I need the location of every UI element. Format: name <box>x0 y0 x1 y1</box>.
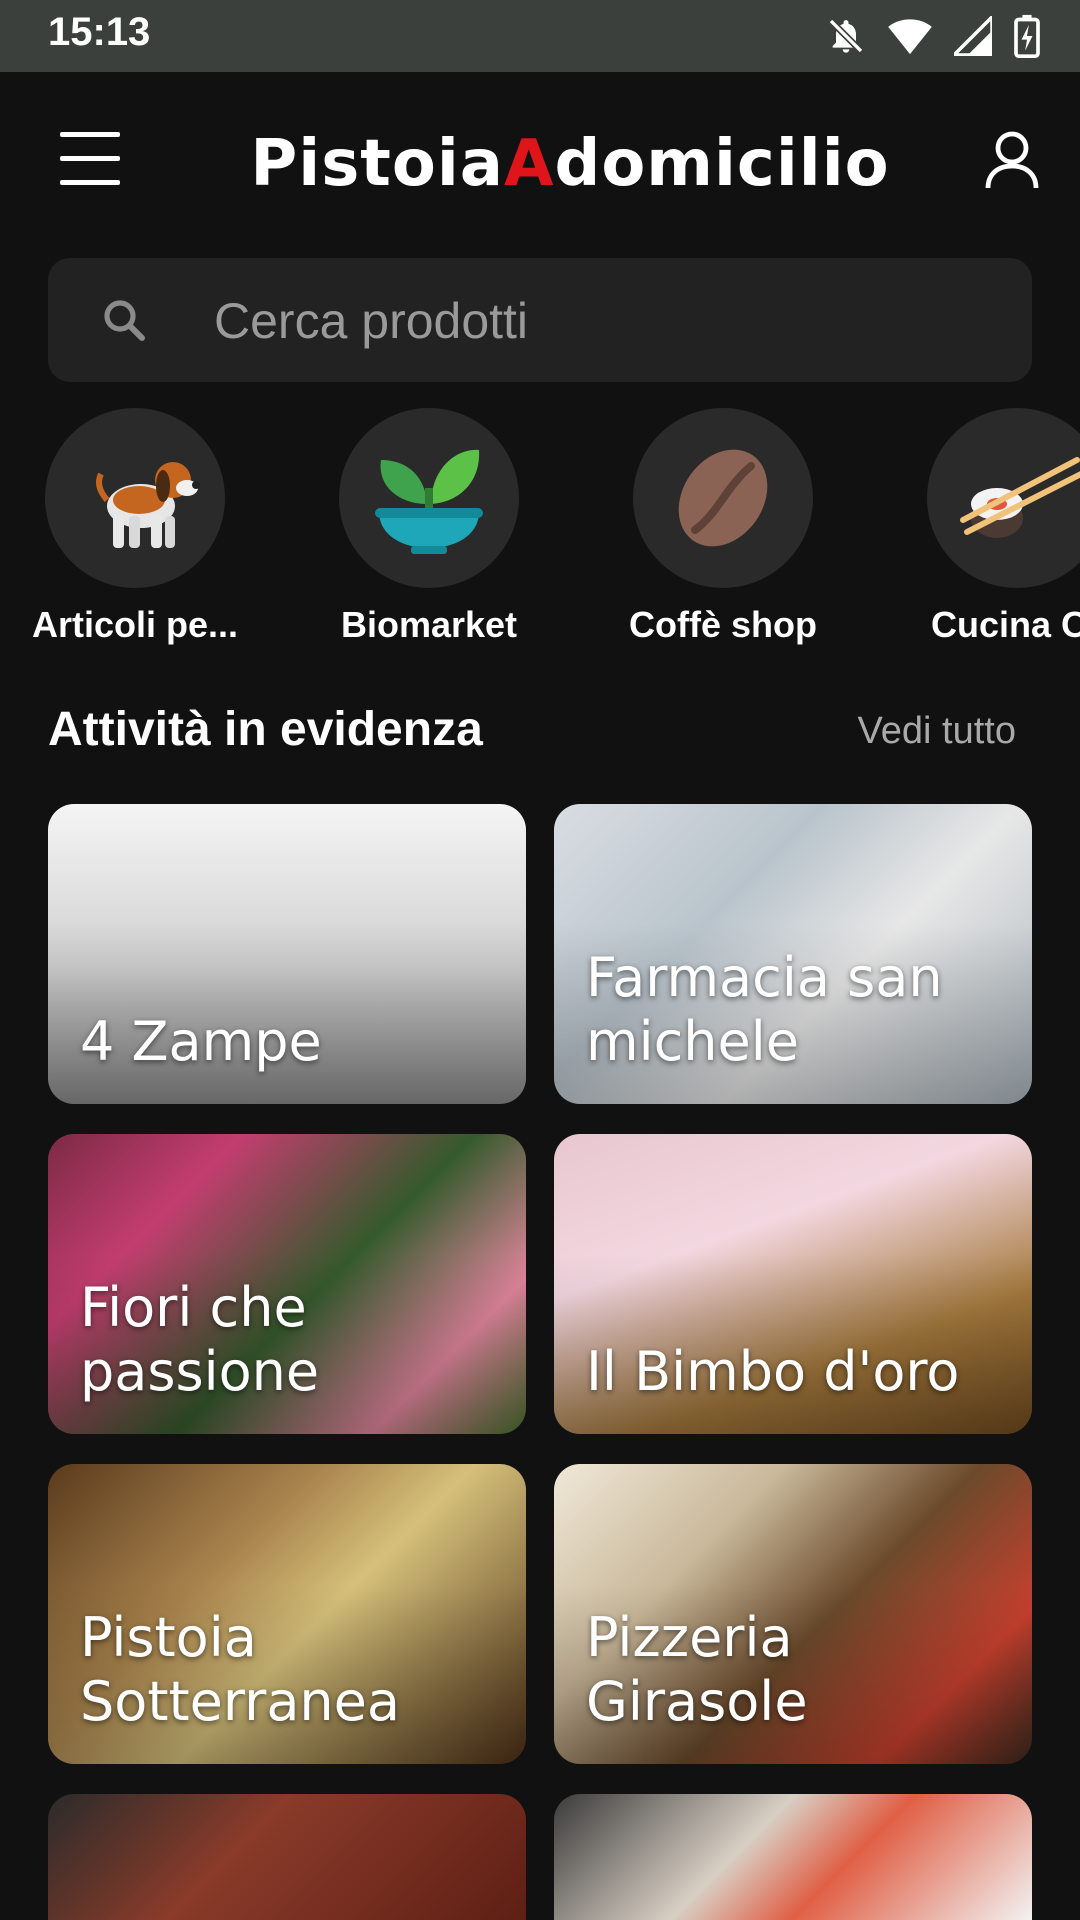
dog-icon <box>45 408 225 588</box>
sushi-chopsticks-icon <box>927 408 1080 588</box>
business-card[interactable]: Fiori che passione <box>48 1134 526 1434</box>
card-title: Pizzeria Girasole <box>586 1606 808 1733</box>
category-label: Coffè shop <box>629 604 817 645</box>
category-label: Cucina Or <box>930 604 1080 645</box>
coffee-bean-icon <box>633 408 813 588</box>
business-card[interactable]: Farmacia san michele <box>554 804 1032 1104</box>
app-bar: Pistoia Adomicilio <box>0 72 1080 252</box>
signal-icon <box>954 16 992 56</box>
business-card[interactable]: Pizzeria Girasole <box>554 1464 1032 1764</box>
business-card[interactable]: 4 Zampe <box>48 804 526 1104</box>
card-title: Il Bimbo d'oro <box>586 1340 960 1403</box>
card-title: Fiori che passione <box>80 1276 320 1403</box>
featured-section-title: Attività in evidenza <box>48 703 483 756</box>
app-logo: Pistoia Adomicilio <box>250 124 888 204</box>
card-title: Farmacia san michele <box>586 946 943 1073</box>
category-carousel[interactable]: Articoli pe... Biomarket Coffè shop Cuci… <box>0 408 1080 658</box>
logo-text-a: A <box>503 127 555 201</box>
logo-text-domicilio: domicilio <box>554 127 890 201</box>
business-card[interactable] <box>48 1794 526 1920</box>
wifi-icon <box>888 16 932 56</box>
category-item-coffee-shop[interactable]: Coffè shop <box>598 408 848 646</box>
battery-charging-icon <box>1014 14 1040 58</box>
business-card[interactable]: Pistoia Sotterranea <box>48 1464 526 1764</box>
business-card[interactable]: Il Bimbo d'oro <box>554 1134 1032 1434</box>
category-label: Articoli pe... <box>31 604 239 645</box>
category-item-biomarket[interactable]: Biomarket <box>304 408 554 646</box>
category-label: Biomarket <box>340 604 518 645</box>
logo-text-pistoia: Pistoia <box>250 127 504 201</box>
status-bar: 15:13 <box>0 0 1080 72</box>
search-icon <box>100 296 148 349</box>
search-input[interactable] <box>212 288 996 354</box>
category-item-articoli[interactable]: Articoli pe... <box>10 408 260 646</box>
search-bar[interactable] <box>48 258 1032 382</box>
category-item-cucina-orientale[interactable]: Cucina Or <box>892 408 1080 646</box>
see-all-link[interactable]: Vedi tutto <box>858 710 1016 753</box>
user-profile-icon[interactable] <box>984 130 1040 190</box>
business-card[interactable] <box>554 1794 1032 1920</box>
card-title: 4 Zampe <box>80 1010 322 1073</box>
notifications-off-icon <box>826 16 866 56</box>
plant-bowl-icon <box>339 408 519 588</box>
status-time: 15:13 <box>48 10 151 54</box>
card-title: Pistoia Sotterranea <box>80 1606 400 1733</box>
hamburger-menu-icon[interactable] <box>60 132 126 188</box>
status-icons <box>826 14 1040 58</box>
